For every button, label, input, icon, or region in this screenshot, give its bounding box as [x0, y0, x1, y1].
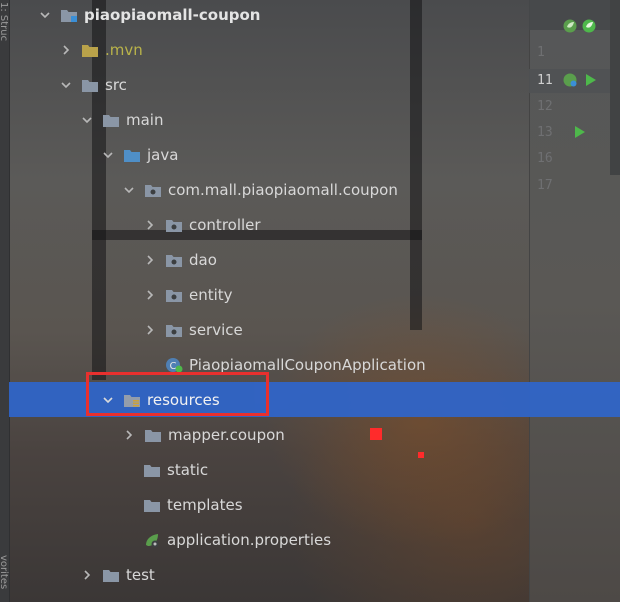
tree-item-label: templates	[167, 495, 243, 514]
source-folder-icon	[123, 147, 141, 163]
tree-item-label: com.mall.piaopiaomall.coupon	[168, 180, 398, 199]
chevron-down-icon[interactable]	[38, 8, 52, 22]
excluded-folder-icon	[81, 42, 99, 58]
tree-item-label: entity	[189, 285, 233, 304]
folder-icon	[143, 462, 161, 478]
tree-item-label: service	[189, 320, 243, 339]
tree-item-label: test	[126, 565, 155, 584]
chevron-right-icon[interactable]	[143, 218, 157, 232]
structure-tab[interactable]: 1: Struc	[0, 2, 9, 41]
tree-item-static[interactable]: static	[9, 452, 620, 487]
run-main-icon[interactable]	[585, 73, 597, 91]
chevron-down-icon[interactable]	[59, 78, 73, 92]
ide-window: 1: Struc vorites 1 11 12 13 16 17 piaopi…	[0, 0, 620, 602]
tree-item-dao[interactable]: dao	[9, 242, 620, 277]
tree-item-service[interactable]: service	[9, 312, 620, 347]
package-icon	[165, 322, 183, 338]
tree-item-module[interactable]: piaopiaomall-coupon	[9, 0, 558, 32]
svg-text:C: C	[170, 361, 177, 372]
folder-icon	[81, 77, 99, 93]
tree-item-test[interactable]: test	[9, 557, 600, 592]
tree-item-package[interactable]: com.mall.piaopiaomall.coupon	[9, 172, 620, 207]
tree-item-mvn[interactable]: .mvn	[9, 32, 579, 67]
tree-item-templates[interactable]: templates	[9, 487, 620, 522]
tree-item-label: .mvn	[105, 40, 143, 59]
tree-item-label: src	[105, 75, 127, 94]
folder-icon	[143, 497, 161, 513]
folder-icon	[102, 112, 120, 128]
package-icon	[165, 252, 183, 268]
tree-item-label: PiaopiaomallCouponApplication	[189, 355, 426, 374]
annotation-red-marker	[370, 428, 382, 440]
chevron-down-icon[interactable]	[122, 183, 136, 197]
tree-item-label: mapper.coupon	[168, 425, 285, 444]
chevron-right-icon[interactable]	[80, 568, 94, 582]
annotation-highlight-box	[86, 372, 269, 416]
tree-item-label: static	[167, 460, 209, 479]
tree-item-main[interactable]: main	[9, 102, 600, 137]
chevron-right-icon[interactable]	[122, 428, 136, 442]
package-icon	[144, 182, 162, 198]
tree-item-label: java	[147, 145, 179, 164]
chevron-down-icon[interactable]	[80, 113, 94, 127]
spring-properties-icon	[143, 532, 161, 548]
package-icon	[165, 217, 183, 233]
tree-item-label: main	[126, 110, 164, 129]
chevron-down-icon[interactable]	[101, 148, 115, 162]
module-folder-icon	[60, 7, 78, 23]
tree-item-java[interactable]: java	[9, 137, 620, 172]
folder-icon	[144, 427, 162, 443]
folder-icon	[102, 567, 120, 583]
tree-item-label: controller	[189, 215, 261, 234]
chevron-right-icon[interactable]	[59, 43, 73, 57]
chevron-right-icon[interactable]	[143, 323, 157, 337]
tree-item-application-properties[interactable]: application.properties	[9, 522, 620, 557]
tree-item-label: dao	[189, 250, 217, 269]
tree-item-entity[interactable]: entity	[9, 277, 620, 312]
tree-item-src[interactable]: src	[9, 67, 579, 102]
run-gutter-icon-top[interactable]	[581, 18, 597, 38]
annotation-red-marker-small	[418, 452, 424, 458]
spring-boot-class-icon: C	[165, 357, 183, 373]
chevron-right-icon[interactable]	[143, 253, 157, 267]
tree-item-label: piaopiaomall-coupon	[84, 5, 261, 24]
favorites-tab[interactable]: vorites	[0, 555, 9, 589]
chevron-right-icon[interactable]	[143, 288, 157, 302]
package-icon	[165, 287, 183, 303]
tree-item-controller[interactable]: controller	[9, 207, 620, 242]
tree-item-label: application.properties	[167, 530, 332, 549]
tree-item-mapper-coupon[interactable]: mapper.coupon	[9, 417, 620, 452]
